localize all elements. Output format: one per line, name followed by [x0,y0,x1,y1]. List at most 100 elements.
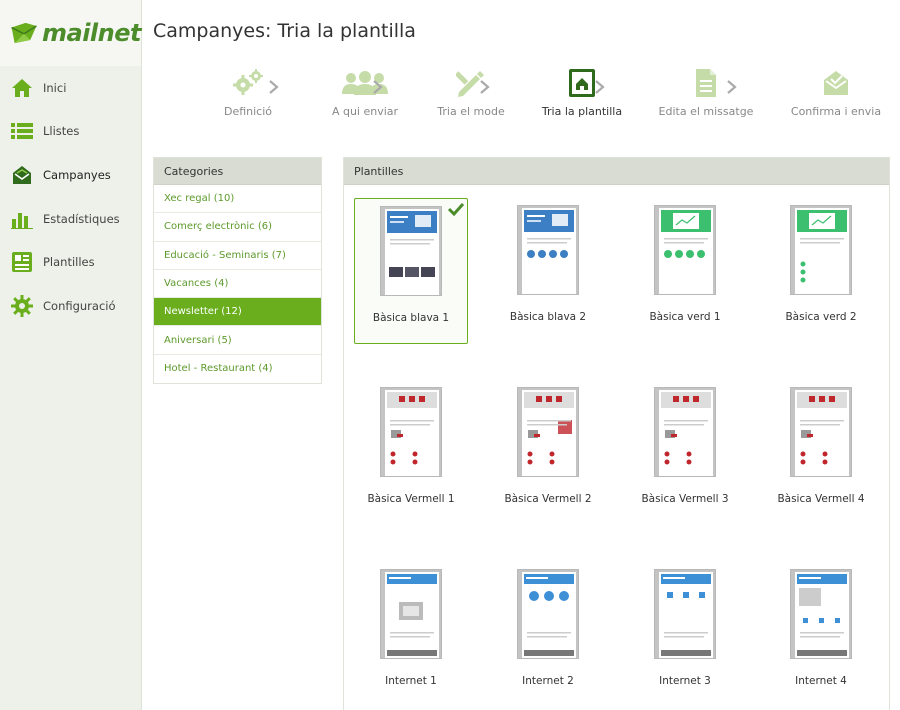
step-label: Tria la plantilla [541,105,623,118]
template-house-icon [522,66,642,100]
template-preview-image [522,208,576,294]
template-card-selected[interactable]: Bàsica blava 1 [354,198,468,344]
template-card[interactable]: Internet 3 [628,562,742,708]
template-preview-image [659,572,713,658]
gears-icon [188,66,308,100]
sidebar-item-plantilles[interactable]: Plantilles [0,240,141,284]
category-item[interactable]: Vacances (4) [154,270,321,299]
envelope-check-icon [776,66,896,100]
category-item[interactable]: Xec regal (10) [154,185,321,214]
template-icon [10,250,34,274]
sidebar-item-label: Campanyes [43,167,111,182]
template-thumbnail [380,206,442,296]
sidebar-item-label: Inici [43,80,67,95]
template-thumbnail [654,569,716,659]
category-item[interactable]: Aniversari (5) [154,326,321,355]
logo-text: mailnet [42,19,142,47]
template-label: Bàsica verd 1 [649,311,721,323]
template-preview-image [795,572,849,658]
chevron-right-icon [269,80,279,94]
template-thumbnail [654,205,716,295]
template-thumbnail [790,569,852,659]
step-definicio[interactable]: Definició [188,66,308,118]
step-a-qui-enviar[interactable]: A qui enviar [305,66,425,118]
chevron-right-icon [373,80,383,94]
step-label: A qui enviar [331,105,399,118]
sidebar-nav: Inici Llistes Campanyes Estadístiques Pl… [0,66,141,328]
wizard-steps: Definició A qui enviar Tria el mode Tria… [182,66,900,126]
step-tria-la-plantilla[interactable]: Tria la plantilla [522,66,642,118]
category-item[interactable]: Hotel - Restaurant (4) [154,355,321,383]
template-label: Bàsica Vermell 3 [641,493,729,505]
category-item[interactable]: Educació - Seminaris (7) [154,242,321,270]
step-label: Tria el mode [437,105,505,118]
template-card[interactable]: Bàsica verd 2 [764,198,878,344]
template-thumbnail [380,387,442,477]
template-card[interactable]: Bàsica blava 2 [491,198,605,344]
main-content: Campanyes: Tria la plantilla Definició A… [142,0,900,710]
sidebar: mailnet Inici Llistes Campanyes Estadíst… [0,0,142,710]
campaign-envelope-icon [10,163,34,187]
step-label: Confirma i envia [790,105,882,118]
category-item-selected[interactable]: Newsletter (12) [154,298,321,327]
template-label: Bàsica Vermell 1 [367,493,455,505]
template-card[interactable]: Bàsica Vermell 4 [764,380,878,526]
template-label: Internet 2 [522,675,574,687]
template-thumbnail [790,387,852,477]
template-card[interactable]: Bàsica verd 1 [628,198,742,344]
sidebar-item-label: Plantilles [43,255,95,270]
sidebar-item-label: Estadístiques [43,211,120,226]
home-icon [10,76,34,100]
sidebar-item-configuracio[interactable]: Configuració [0,284,141,328]
sidebar-item-label: Configuració [43,298,116,313]
template-label: Bàsica Vermell 4 [777,493,865,505]
template-preview-image [522,390,576,476]
gear-icon [10,294,34,318]
template-card[interactable]: Internet 2 [491,562,605,708]
sidebar-item-estadistiques[interactable]: Estadístiques [0,197,141,241]
sidebar-item-inici[interactable]: Inici [0,66,141,110]
template-label: Bàsica blava 1 [372,312,450,324]
template-label: Bàsica Vermell 2 [504,493,592,505]
template-preview-image [795,390,849,476]
template-card[interactable]: Internet 4 [764,562,878,708]
template-card[interactable]: Bàsica Vermell 2 [491,380,605,526]
step-edita-el-missatge[interactable]: Edita el missatge [646,66,766,118]
template-preview-image [385,572,439,658]
template-label: Bàsica blava 2 [509,311,587,323]
template-card[interactable]: Bàsica Vermell 3 [628,380,742,526]
sidebar-item-llistes[interactable]: Llistes [0,110,141,154]
template-card[interactable]: Bàsica Vermell 1 [354,380,468,526]
template-preview-image [385,209,439,295]
document-icon [646,66,766,100]
template-card[interactable]: Internet 1 [354,562,468,708]
categories-list: Xec regal (10) Comerç electrònic (6) Edu… [154,185,321,383]
template-preview-image [385,390,439,476]
chevron-right-icon [727,80,737,94]
template-preview-image [659,390,713,476]
sidebar-item-label: Llistes [43,124,80,139]
template-thumbnail [517,205,579,295]
category-item[interactable]: Comerç electrònic (6) [154,213,321,242]
chevron-right-icon [480,80,490,94]
list-icon [10,119,34,143]
template-thumbnail [517,569,579,659]
step-confirma-i-envia[interactable]: Confirma i envia [776,66,896,118]
template-preview-image [522,572,576,658]
step-label: Definició [223,105,273,118]
categories-panel: Categories Xec regal (10) Comerç electrò… [153,157,322,384]
template-preview-image [795,208,849,294]
users-icon [305,66,425,100]
categories-header: Categories [154,158,321,185]
step-tria-el-mode[interactable]: Tria el mode [411,66,531,118]
template-thumbnail [790,205,852,295]
template-thumbnail [380,569,442,659]
templates-panel: Plantilles Bàsica blava 1 Bàsica blava 2 B… [343,157,890,710]
bar-chart-icon [10,207,34,231]
sidebar-item-campanyes[interactable]: Campanyes [0,153,141,197]
logo[interactable]: mailnet [0,0,142,66]
chevron-right-icon [595,80,605,94]
step-label: Edita el missatge [658,105,754,118]
page-title: Campanyes: Tria la plantilla [153,20,416,42]
templates-header: Plantilles [344,158,889,185]
